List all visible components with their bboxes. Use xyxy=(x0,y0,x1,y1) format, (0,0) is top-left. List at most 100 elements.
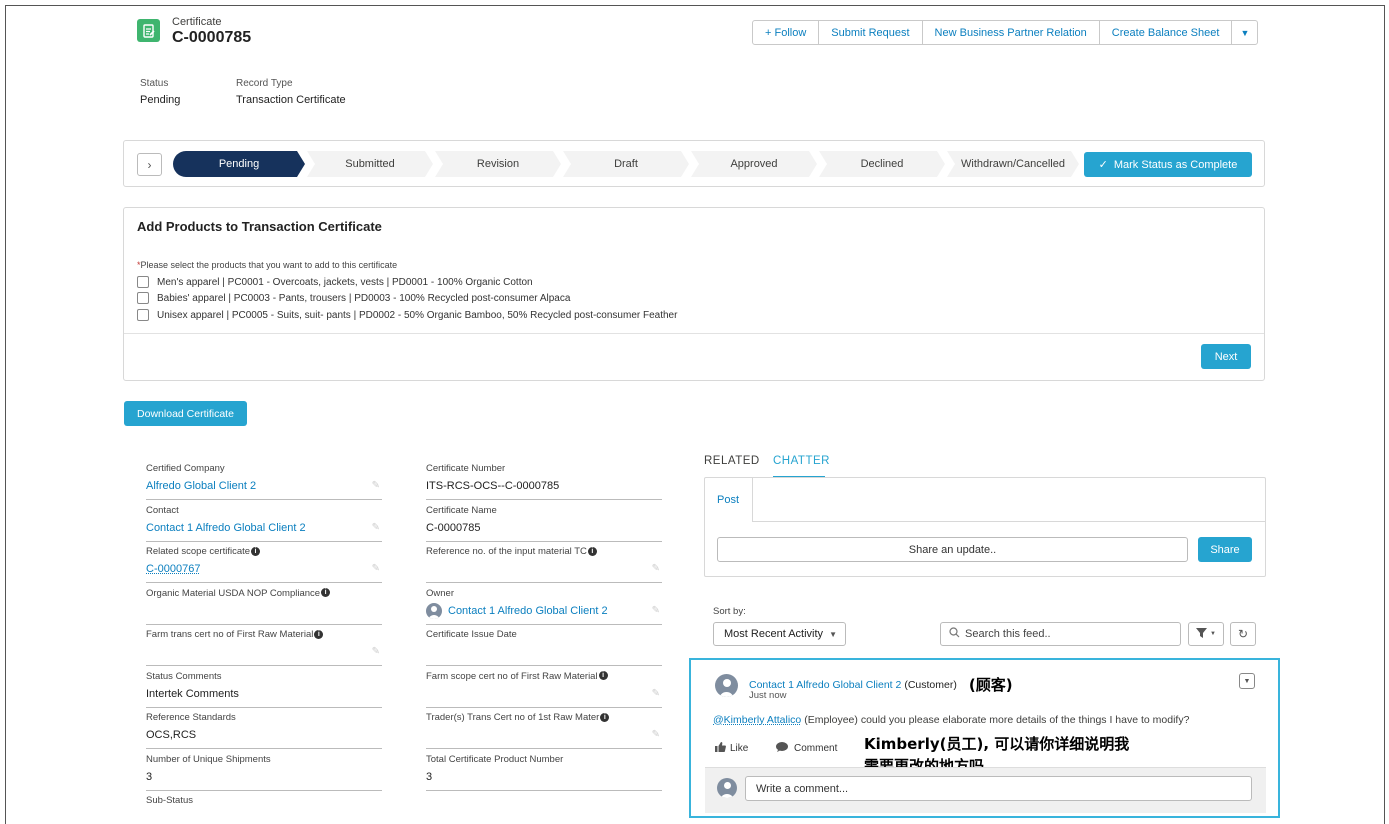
status-value: Pending xyxy=(140,94,181,106)
refresh-button[interactable]: ↻ xyxy=(1230,622,1256,646)
publisher-divider xyxy=(753,521,1265,522)
edit-pencil-icon[interactable]: ✎ xyxy=(652,729,660,740)
info-icon[interactable]: i xyxy=(321,588,331,598)
product-option[interactable]: Men's apparel | PC0001 - Overcoats, jack… xyxy=(137,275,533,289)
info-icon[interactable]: i xyxy=(600,712,610,722)
status-label: Status xyxy=(140,78,169,89)
post-menu-button[interactable]: ▼ xyxy=(1239,673,1255,689)
next-button[interactable]: Next xyxy=(1201,344,1251,369)
mark-status-complete-button[interactable]: ✓ Mark Status as Complete xyxy=(1084,152,1252,177)
edit-pencil-icon[interactable]: ✎ xyxy=(372,480,380,491)
sort-select[interactable]: Most Recent Activity ▼ xyxy=(713,622,846,646)
submit-request-button[interactable]: Submit Request xyxy=(819,21,923,44)
owner-value[interactable]: Contact 1 Alfredo Global Client 2 xyxy=(426,602,662,620)
edit-pencil-icon[interactable]: ✎ xyxy=(372,646,380,657)
field-certificate-number: Certificate Number ITS-RCS-OCS--C-000078… xyxy=(426,463,662,505)
chevron-down-icon: ▼ xyxy=(1240,27,1250,38)
product-option-label: Unisex apparel | PC0005 - Suits, suit- p… xyxy=(157,309,678,321)
edit-pencil-icon[interactable]: ✎ xyxy=(652,563,660,574)
field-divider xyxy=(146,665,382,666)
certified-company-link[interactable]: Alfredo Global Client 2 xyxy=(146,477,382,495)
field-number-of-unique-shipments: Number of Unique Shipments 3 xyxy=(146,754,382,796)
share-button[interactable]: Share xyxy=(1198,537,1252,562)
tab-chatter[interactable]: CHATTER xyxy=(773,455,830,467)
sort-select-value: Most Recent Activity xyxy=(724,628,824,640)
field-value xyxy=(426,685,662,703)
field-farm-trans-cert: Farm trans cert no of First Raw Material… xyxy=(146,629,382,671)
feed-search-input[interactable]: Search this feed.. xyxy=(940,622,1181,646)
field-divider xyxy=(426,706,662,708)
field-reference-input-material: Reference no. of the input material TC i … xyxy=(426,546,662,588)
field-value xyxy=(146,602,382,620)
field-value xyxy=(426,643,662,661)
edit-pencil-icon[interactable]: ✎ xyxy=(652,605,660,616)
field-label-text: Farm scope cert no of First Raw Material xyxy=(426,670,598,682)
edit-pencil-icon[interactable]: ✎ xyxy=(372,522,380,533)
certificate-record-icon xyxy=(137,19,160,42)
tab-related[interactable]: RELATED xyxy=(704,455,760,467)
product-checkbox[interactable] xyxy=(137,276,149,288)
like-button[interactable]: Like xyxy=(715,742,748,755)
field-value: 3 xyxy=(426,770,433,783)
field-certificate-issue-date: Certificate Issue Date xyxy=(426,629,662,671)
comment-button[interactable]: Comment xyxy=(776,742,837,755)
field-divider xyxy=(146,789,382,791)
mark-status-complete-label: Mark Status as Complete xyxy=(1113,158,1238,171)
field-organic-material-usda: Organic Material USDA NOP Compliance i xyxy=(146,588,382,630)
field-label: Certified Company xyxy=(146,463,225,474)
info-icon[interactable]: i xyxy=(314,629,324,639)
owner-link[interactable]: Contact 1 Alfredo Global Client 2 xyxy=(448,602,608,620)
field-divider xyxy=(146,540,382,542)
chevron-down-icon: ▼ xyxy=(1210,631,1216,637)
product-checkbox[interactable] xyxy=(137,309,149,321)
product-option[interactable]: Babies' apparel | PC0003 - Pants, trouse… xyxy=(137,291,570,305)
follow-button[interactable]: + Follow xyxy=(753,21,820,44)
field-divider xyxy=(426,748,662,749)
contact-link[interactable]: Contact 1 Alfredo Global Client 2 xyxy=(146,519,382,537)
stage-draft[interactable]: Draft xyxy=(563,151,689,177)
field-label-text: Reference no. of the input material TC xyxy=(426,546,587,557)
info-icon[interactable]: i xyxy=(587,546,597,556)
edit-pencil-icon[interactable]: ✎ xyxy=(372,563,380,574)
more-actions-button[interactable]: ▼ xyxy=(1232,21,1257,44)
create-balance-sheet-button[interactable]: Create Balance Sheet xyxy=(1100,21,1233,44)
stage-pending[interactable]: Pending xyxy=(173,151,305,177)
download-certificate-button[interactable]: Download Certificate xyxy=(124,401,247,426)
stage-revision[interactable]: Revision xyxy=(435,151,561,177)
stage-submitted[interactable]: Submitted xyxy=(307,151,433,177)
field-value: OCS,RCS xyxy=(146,729,197,741)
stage-approved[interactable]: Approved xyxy=(691,151,817,177)
filter-button[interactable]: ▼ xyxy=(1188,622,1224,646)
field-label: Reference Standards xyxy=(146,712,236,723)
user-avatar-icon xyxy=(426,602,442,619)
path-toggle-button[interactable]: › xyxy=(137,153,162,176)
product-option-label: Men's apparel | PC0001 - Overcoats, jack… xyxy=(157,276,533,288)
info-icon[interactable]: i xyxy=(598,671,608,681)
mention-link[interactable]: @Kimberly Attalico xyxy=(713,714,801,726)
field-divider xyxy=(146,499,382,500)
field-label-text: Trader(s) Trans Cert no of 1st Raw Mater xyxy=(426,712,600,723)
share-update-input[interactable]: Share an update.. xyxy=(717,537,1188,562)
write-comment-input[interactable]: Write a comment... xyxy=(745,776,1252,801)
field-value: ITS-RCS-OCS--C-0000785 xyxy=(426,480,560,492)
product-checkbox[interactable] xyxy=(137,292,149,304)
edit-pencil-icon[interactable]: ✎ xyxy=(652,688,660,699)
stage-withdrawn-cancelled[interactable]: Withdrawn/Cancelled xyxy=(947,151,1079,177)
field-label: Status Comments xyxy=(146,670,222,682)
info-icon[interactable]: i xyxy=(251,546,261,556)
related-scope-certificate-link[interactable]: C-0000767 xyxy=(146,560,382,578)
add-products-hint: *Please select the products that you wan… xyxy=(137,260,397,270)
stage-declined[interactable]: Declined xyxy=(819,151,945,177)
product-option-label: Babies' apparel | PC0003 - Pants, trouse… xyxy=(157,292,571,304)
new-business-partner-relation-button[interactable]: New Business Partner Relation xyxy=(923,21,1100,44)
field-divider xyxy=(146,582,382,583)
field-value xyxy=(426,560,662,578)
header-action-buttons: + Follow Submit Request New Business Par… xyxy=(752,20,1259,45)
product-option[interactable]: Unisex apparel | PC0005 - Suits, suit- p… xyxy=(137,308,677,322)
post-header: Contact 1 Alfredo Global Client 2 (Custo… xyxy=(749,674,1013,695)
publisher-tab-post[interactable]: Post xyxy=(705,478,753,522)
field-value xyxy=(426,726,662,744)
chatter-publisher xyxy=(704,477,1266,577)
post-body-text: could you please elaborate more details … xyxy=(860,714,1190,726)
post-author-link[interactable]: Contact 1 Alfredo Global Client 2 xyxy=(749,679,901,691)
